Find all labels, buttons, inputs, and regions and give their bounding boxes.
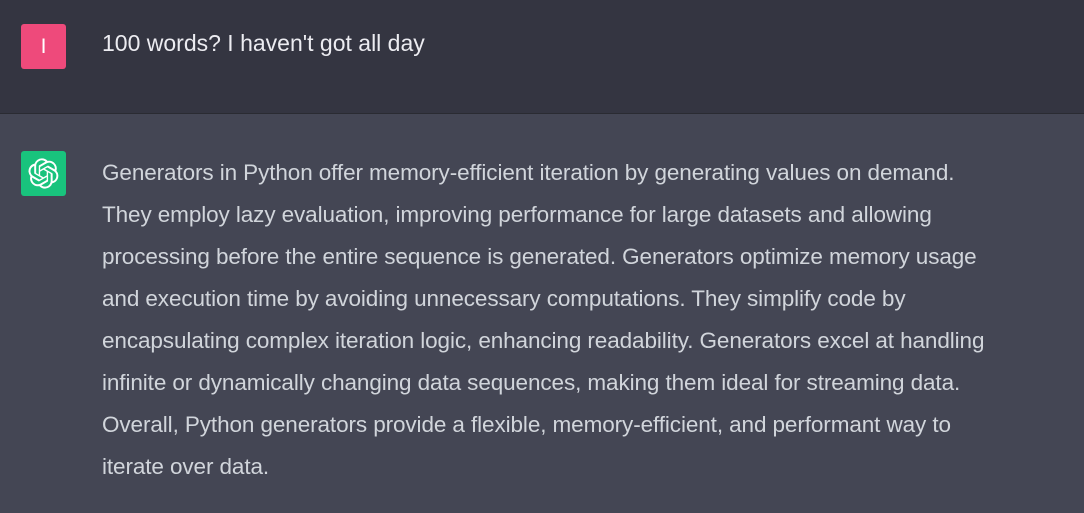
user-message-row: I 100 words? I haven't got all day xyxy=(0,0,1084,114)
assistant-text-line: Generators in Python offer memory-effici… xyxy=(102,160,955,185)
assistant-text-line: iterate over data. xyxy=(102,454,270,479)
openai-logo-icon xyxy=(28,158,59,189)
assistant-message-text: Generators in Python offer memory-effici… xyxy=(102,152,1067,488)
assistant-text-line: They employ lazy evaluation, improving p… xyxy=(102,202,932,227)
assistant-message-row: Generators in Python offer memory-effici… xyxy=(0,114,1084,513)
assistant-text-line: Overall, Python generators provide a fle… xyxy=(102,412,951,437)
assistant-text-line: processing before the entire sequence is… xyxy=(102,244,977,269)
assistant-text-line: infinite or dynamically changing data se… xyxy=(102,370,961,395)
user-message-text: 100 words? I haven't got all day xyxy=(102,30,425,56)
user-avatar-letter: I xyxy=(40,34,47,58)
user-avatar: I xyxy=(21,24,66,69)
assistant-text-line: encapsulating complex iteration logic, e… xyxy=(102,328,985,353)
assistant-avatar xyxy=(21,151,66,196)
assistant-text-line: and execution time by avoiding unnecessa… xyxy=(102,286,906,311)
